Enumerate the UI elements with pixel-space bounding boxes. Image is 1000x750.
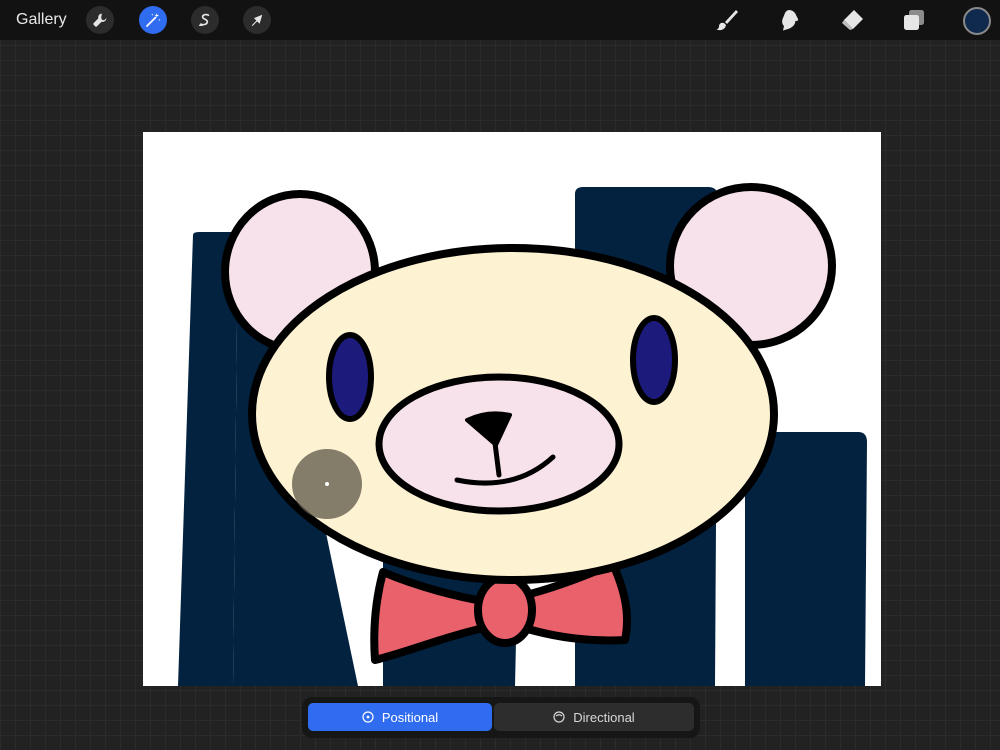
right-eye [630, 315, 678, 405]
bow-knot [474, 573, 536, 647]
selection-button[interactable] [191, 6, 219, 34]
cursor-center-dot [325, 482, 329, 486]
liquify-mode-bar: Positional Directional [302, 697, 700, 738]
selection-s-icon [199, 13, 210, 26]
muzzle [375, 373, 623, 515]
brush-button[interactable] [713, 6, 741, 34]
magic-wand-icon [146, 13, 161, 27]
directional-label: Directional [573, 709, 635, 725]
brush-icon [716, 10, 738, 31]
positional-label: Positional [381, 709, 439, 725]
color-swatch[interactable] [963, 7, 991, 35]
stripe-4 [745, 432, 867, 686]
transform-button[interactable] [243, 6, 271, 34]
adjustments-button[interactable] [139, 6, 167, 34]
eraser-button[interactable] [838, 6, 866, 34]
arrow-cursor-icon [251, 14, 263, 26]
positional-mode-button[interactable]: Positional [308, 703, 492, 731]
directional-icon [553, 711, 565, 723]
bear-illustration [178, 183, 867, 686]
smudge-button[interactable] [775, 6, 803, 34]
smudge-icon [782, 10, 799, 31]
top-toolbar: Gallery [0, 0, 1000, 40]
eraser-icon [842, 10, 863, 30]
layers-icon [904, 10, 924, 30]
positional-icon [362, 711, 374, 723]
layers-button[interactable] [900, 6, 928, 34]
drawing-canvas[interactable] [143, 132, 881, 686]
gallery-link[interactable]: Gallery [16, 10, 67, 30]
actions-button[interactable] [86, 6, 114, 34]
directional-mode-button[interactable]: Directional [494, 703, 694, 731]
wrench-icon [93, 13, 107, 27]
liquify-brush-cursor[interactable] [292, 449, 362, 519]
left-eye [326, 332, 374, 422]
